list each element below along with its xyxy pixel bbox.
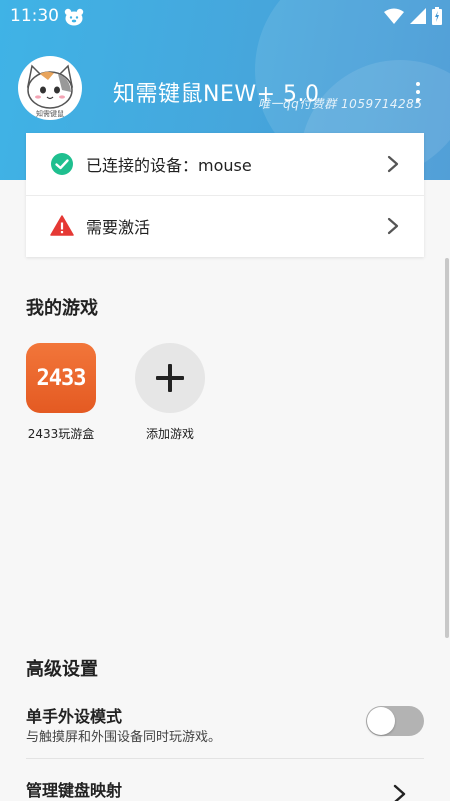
more-dot [416, 90, 420, 94]
status-icons [384, 7, 442, 25]
more-dot [416, 98, 420, 102]
avatar[interactable]: 知需键鼠 [18, 56, 82, 120]
one-hand-mode-desc: 与触摸屏和外围设备同时玩游戏。 [26, 730, 222, 745]
toggle-knob [367, 707, 395, 735]
game-tile-2433[interactable]: 2433 2433玩游盒 [21, 343, 101, 442]
status-bar: 11:30 [0, 0, 450, 32]
add-game-button[interactable] [135, 343, 205, 413]
activation-row[interactable]: 需要激活 [26, 195, 424, 257]
manage-keymap-title[interactable]: 管理键盘映射 [26, 777, 122, 801]
battery-icon [432, 7, 442, 25]
one-hand-mode-title: 单手外设模式 [26, 707, 123, 726]
chevron-right-icon [387, 217, 399, 235]
game-2433-icon: 2433 [26, 343, 96, 413]
plus-icon [156, 364, 184, 392]
add-game-label: 添加游戏 [145, 427, 194, 441]
device-status-card: 已连接的设备：mouse 需要激活 [26, 133, 424, 257]
app-subtitle: 唯一qq付费群 1059714285 [258, 97, 423, 111]
check-circle-icon [51, 153, 73, 175]
settings-divider [26, 758, 424, 759]
cat-avatar-icon: 知需键鼠 [26, 64, 74, 118]
advanced-settings-title: 高级设置 [26, 659, 98, 680]
scrollbar[interactable] [445, 258, 449, 638]
one-hand-mode-toggle[interactable] [366, 706, 424, 736]
connected-device-row[interactable]: 已连接的设备：mouse [26, 133, 424, 195]
avatar-caption: 知需键鼠 [36, 109, 64, 118]
status-time: 11:30 [10, 6, 59, 26]
bear-notification-icon [64, 8, 84, 26]
warning-icon [50, 215, 74, 236]
connected-device-label: 已连接的设备：mouse [86, 156, 252, 175]
add-game-tile[interactable]: 添加游戏 [130, 343, 210, 442]
cellular-signal-icon [410, 8, 426, 24]
more-options-button[interactable] [406, 76, 430, 108]
wifi-icon [384, 8, 404, 24]
activation-label: 需要激活 [86, 218, 151, 237]
more-dot [416, 82, 420, 86]
my-games-title: 我的游戏 [26, 298, 98, 319]
chevron-right-icon [387, 155, 399, 173]
chevron-right-icon[interactable] [392, 784, 408, 801]
game-label: 2433玩游盒 [27, 427, 95, 441]
